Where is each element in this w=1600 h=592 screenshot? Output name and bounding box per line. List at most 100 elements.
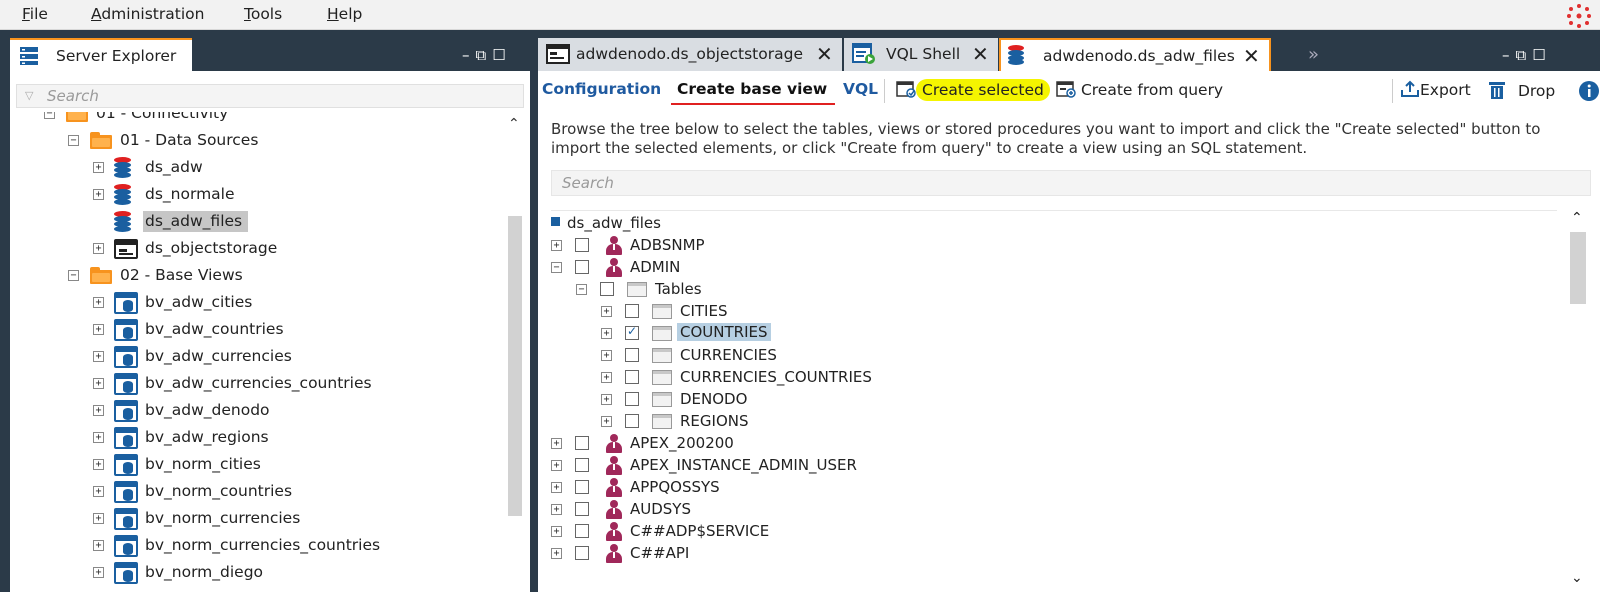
configuration-tab[interactable]: Configuration <box>542 80 661 98</box>
tab-ds-adw-files[interactable]: adwdenodo.ds_adw_files ✕ <box>999 38 1271 71</box>
node-checkbox[interactable] <box>600 282 614 296</box>
chevron-down-icon[interactable]: ⌄ <box>1571 570 1583 586</box>
tree-node-table[interactable]: + CURRENCIES <box>551 345 1551 367</box>
node-checkbox[interactable] <box>625 304 639 318</box>
tree-node-base-view[interactable]: + bv_adw_currencies <box>10 345 490 369</box>
expand-icon[interactable]: + <box>93 378 104 389</box>
expand-icon[interactable]: + <box>601 416 612 427</box>
expand-icon[interactable]: + <box>551 438 562 449</box>
tree-node-schema[interactable]: + AUDSYS <box>551 499 1551 521</box>
table-search-input[interactable]: Search <box>551 170 1591 196</box>
tree-root-ds-adw-files[interactable]: ds_adw_files <box>551 213 1551 235</box>
close-icon[interactable]: ✕ <box>972 42 989 66</box>
left-scrollbar[interactable]: ⌃ <box>506 116 524 592</box>
expand-icon[interactable]: + <box>551 504 562 515</box>
tree-node-base-view[interactable]: + bv_norm_currencies <box>10 507 490 531</box>
collapse-icon[interactable]: − <box>68 135 79 146</box>
tree-node-ds-adw-files[interactable]: ds_adw_files <box>10 210 490 234</box>
expand-icon[interactable]: + <box>601 372 612 383</box>
node-checkbox[interactable] <box>575 436 589 450</box>
expand-icon[interactable]: + <box>93 405 104 416</box>
tree-node-base-views[interactable]: − 02 - Base Views <box>10 264 490 288</box>
expand-icon[interactable]: + <box>93 162 104 173</box>
close-icon[interactable]: ✕ <box>816 42 833 66</box>
tree-node-base-view[interactable]: + bv_adw_regions <box>10 426 490 450</box>
vql-tab[interactable]: VQL <box>843 80 878 98</box>
tree-node-ds-adw[interactable]: + ds_adw <box>10 156 490 180</box>
expand-icon[interactable]: + <box>551 548 562 559</box>
tree-node-base-view[interactable]: + bv_norm_countries <box>10 480 490 504</box>
node-checkbox[interactable] <box>625 370 639 384</box>
node-checkbox[interactable] <box>625 392 639 406</box>
chevron-up-icon[interactable]: ⌃ <box>508 116 520 132</box>
node-checkbox[interactable] <box>575 238 589 252</box>
tree-node-base-view[interactable]: + bv_adw_cities <box>10 291 490 315</box>
more-tabs-icon[interactable]: » <box>1308 44 1319 65</box>
tree-node-schema[interactable]: − ADMIN <box>551 257 1551 279</box>
create-base-view-tab[interactable]: Create base view <box>677 80 827 98</box>
expand-icon[interactable]: + <box>601 350 612 361</box>
menu-help[interactable]: Help <box>327 5 362 23</box>
restore-icon[interactable]: ⧉ <box>476 46 493 64</box>
node-checkbox[interactable] <box>575 502 589 516</box>
collapse-icon[interactable]: − <box>551 262 562 273</box>
collapse-icon[interactable]: − <box>44 112 55 119</box>
drop-button[interactable]: Drop <box>1487 80 1555 100</box>
tree-node-base-view[interactable]: + bv_norm_cities <box>10 453 490 477</box>
tree-node-table[interactable]: + DENODO <box>551 389 1551 411</box>
menu-tools[interactable]: Tools <box>244 5 282 23</box>
tree-node-table[interactable]: + REGIONS <box>551 411 1551 433</box>
tree-node-base-view[interactable]: + bv_adw_countries <box>10 318 490 342</box>
node-checkbox[interactable] <box>575 546 589 560</box>
tree-node-schema[interactable]: + C##ADP$SERVICE <box>551 521 1551 543</box>
tree-node-base-view[interactable]: + bv_adw_currencies_countries <box>10 372 490 396</box>
tree-node-ds-objectstorage[interactable]: + ds_objectstorage <box>10 237 490 261</box>
tree-node-tables-group[interactable]: − Tables <box>551 279 1551 301</box>
tree-node-ds-normale[interactable]: + ds_normale <box>10 183 490 207</box>
collapse-icon[interactable]: − <box>68 270 79 281</box>
node-checkbox[interactable] <box>575 524 589 538</box>
node-checkbox[interactable] <box>625 348 639 362</box>
expand-icon[interactable]: + <box>93 297 104 308</box>
node-checkbox[interactable] <box>575 458 589 472</box>
tree-node-schema[interactable]: + ADBSNMP <box>551 235 1551 257</box>
tab-ds-objectstorage[interactable]: adwdenodo.ds_objectstorage ✕ <box>538 38 843 71</box>
close-icon[interactable]: ✕ <box>1243 44 1260 68</box>
tree-node-schema[interactable]: + APEX_INSTANCE_ADMIN_USER <box>551 455 1551 477</box>
expand-icon[interactable]: + <box>93 351 104 362</box>
expand-icon[interactable]: + <box>601 306 612 317</box>
expand-icon[interactable]: + <box>93 540 104 551</box>
collapse-icon[interactable]: − <box>576 284 587 295</box>
tree-node-base-view[interactable]: + bv_adw_denodo <box>10 399 490 423</box>
expand-icon[interactable]: + <box>551 526 562 537</box>
node-checkbox[interactable] <box>575 260 589 274</box>
minimize-icon[interactable]: – <box>462 46 476 64</box>
expand-icon[interactable]: + <box>93 243 104 254</box>
create-from-query-button[interactable]: Create from query <box>1056 80 1223 99</box>
menu-administration[interactable]: Administration <box>91 5 204 23</box>
tree-node-schema[interactable]: + APPQOSSYS <box>551 477 1551 499</box>
tree-node-schema[interactable]: + C##API <box>551 543 1551 565</box>
tab-server-explorer[interactable]: Server Explorer <box>10 38 192 71</box>
minimize-icon[interactable]: – <box>1502 46 1516 64</box>
expand-icon[interactable]: + <box>601 328 612 339</box>
create-selected-button[interactable]: Create selected <box>896 79 1050 101</box>
node-checkbox[interactable] <box>625 414 639 428</box>
tree-node-table[interactable]: + COUNTRIES <box>551 323 1551 345</box>
tree-node-table[interactable]: + CITIES <box>551 301 1551 323</box>
node-checkbox[interactable] <box>575 480 589 494</box>
scrollbar-thumb[interactable] <box>508 216 522 516</box>
expand-icon[interactable]: + <box>93 567 104 578</box>
expand-icon[interactable]: + <box>601 394 612 405</box>
scrollbar-thumb[interactable] <box>1570 232 1586 304</box>
expand-icon[interactable]: + <box>551 240 562 251</box>
node-checkbox-checked[interactable] <box>625 324 639 340</box>
expand-icon[interactable]: + <box>93 189 104 200</box>
expand-icon[interactable]: + <box>93 459 104 470</box>
expand-icon[interactable]: + <box>93 513 104 524</box>
expand-icon[interactable]: + <box>551 460 562 471</box>
chevron-up-icon[interactable]: ⌃ <box>1571 210 1583 226</box>
expand-icon[interactable]: + <box>551 482 562 493</box>
expand-icon[interactable]: + <box>93 324 104 335</box>
restore-icon[interactable]: ⧉ <box>1516 46 1533 64</box>
